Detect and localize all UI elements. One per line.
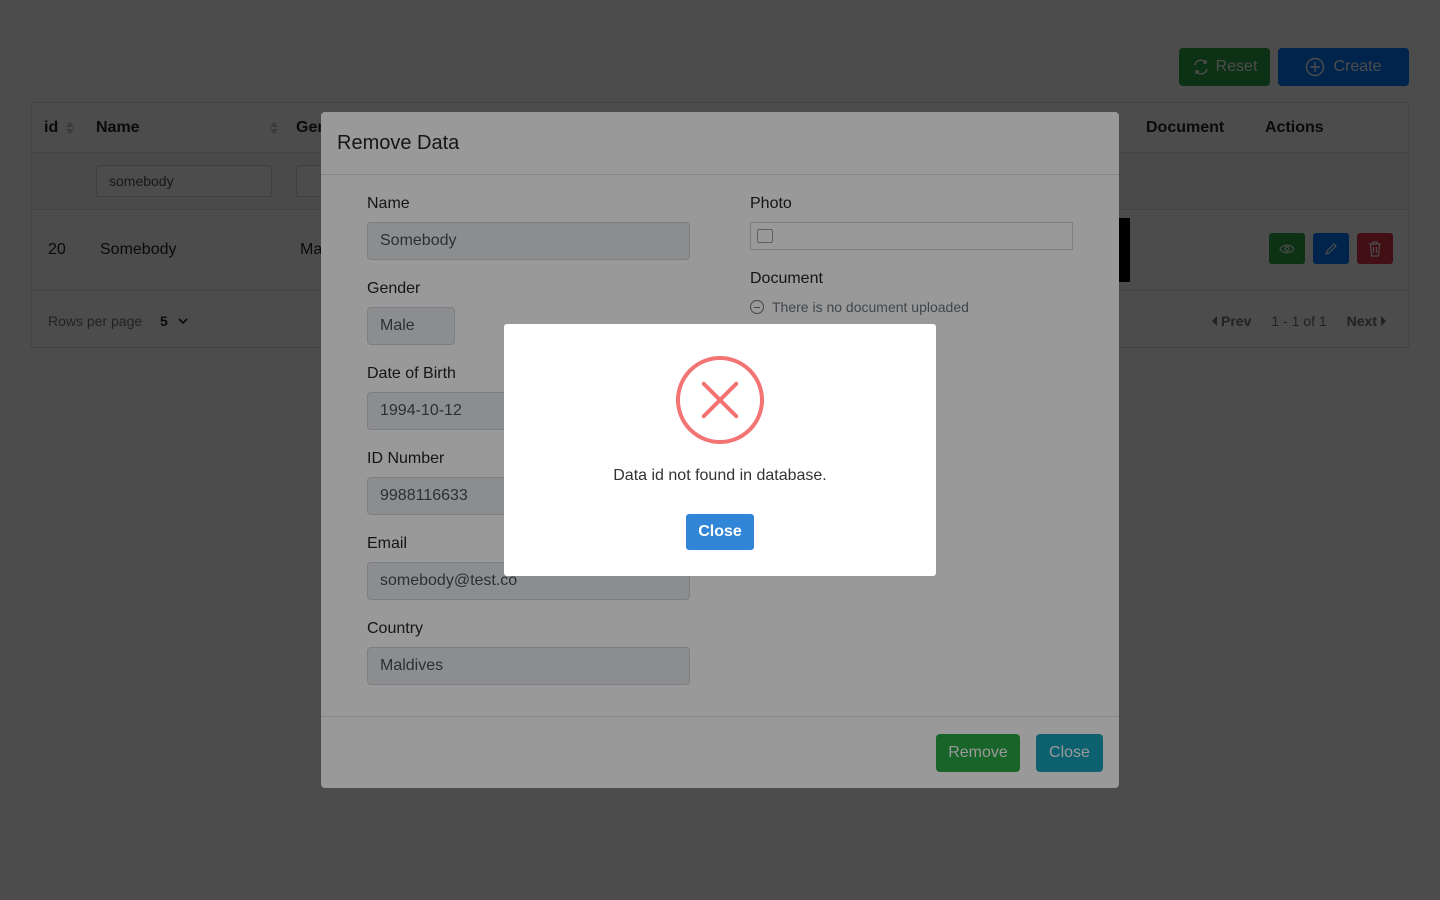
error-x-icon [676,356,764,444]
error-alert-dialog: Data id not found in database. Close [504,324,936,576]
alert-message: Data id not found in database. [613,467,827,484]
alert-close-button[interactable]: Close [686,514,754,550]
